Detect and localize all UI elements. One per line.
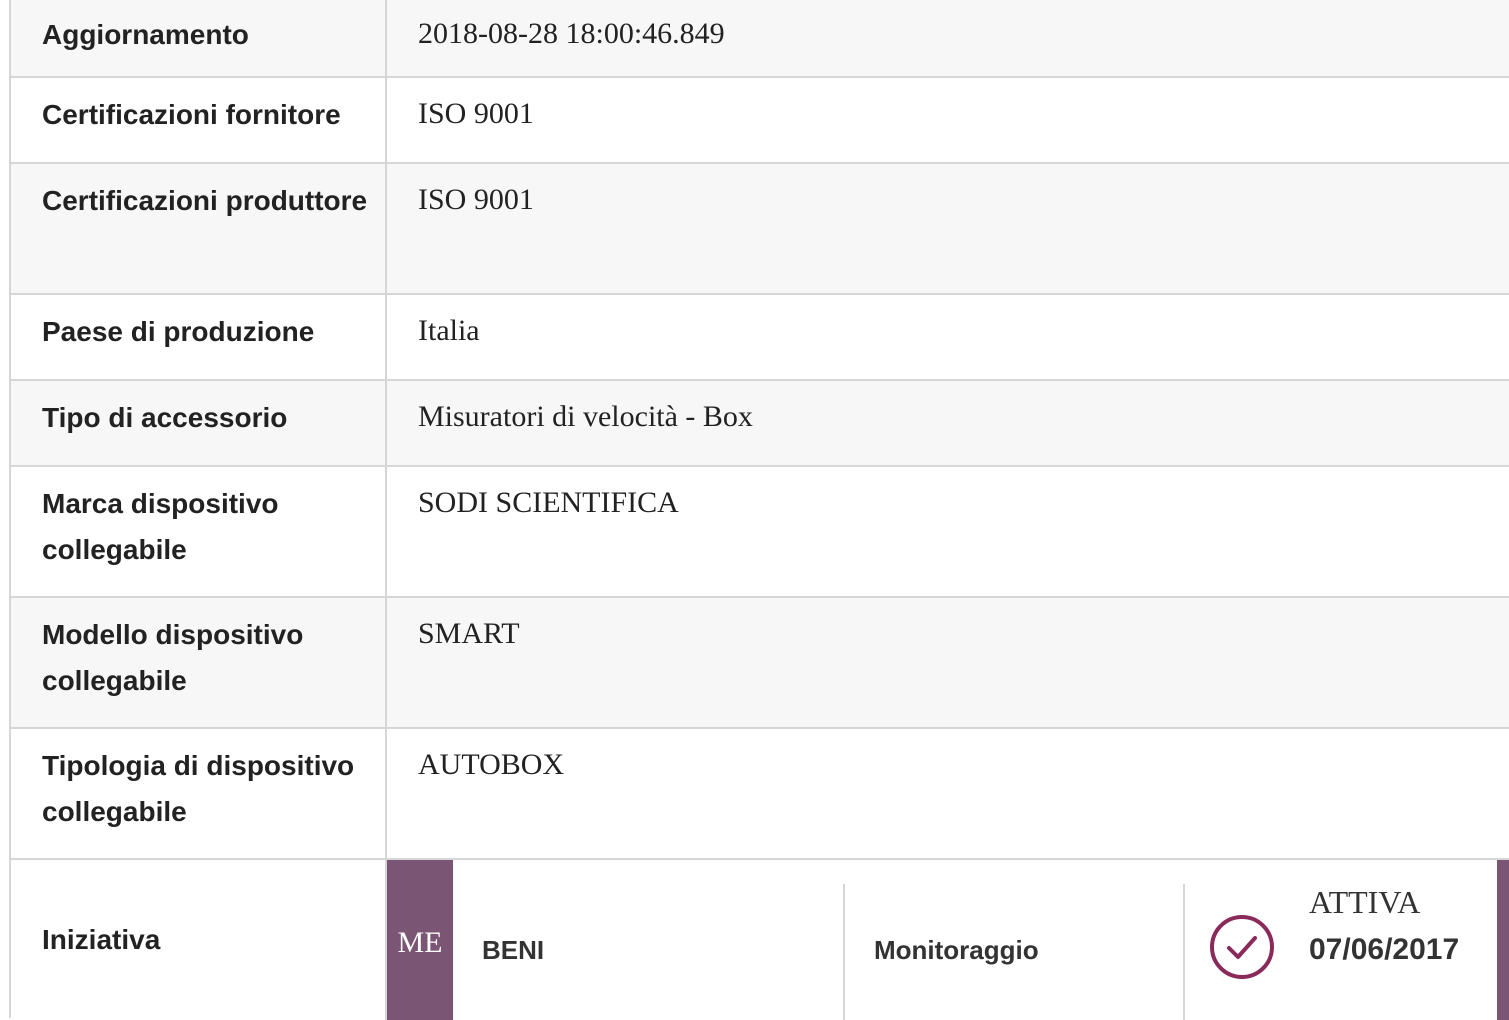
- initiative-status: ATTIVA 07/06/2017: [1183, 884, 1509, 1020]
- detail-row-aggiornamento: Aggiornamento 2018-08-28 18:00:46.849: [11, 0, 1509, 78]
- detail-row-paese-di-produzione: Paese di produzione Italia: [11, 295, 1509, 381]
- initiative-monitoring: Monitoraggio: [843, 884, 1183, 1020]
- check-circle-icon: [1210, 915, 1274, 979]
- detail-value: SODI SCIENTIFICA: [418, 486, 679, 519]
- detail-label: Modello dispositivo collegabile: [11, 598, 387, 727]
- detail-value: SMART: [418, 617, 520, 650]
- detail-label: Marca dispositivo collegabile: [11, 467, 387, 596]
- detail-value: 2018-08-28 18:00:46.849: [418, 17, 725, 50]
- detail-value: AUTOBOX: [418, 748, 565, 781]
- detail-label: Certificazioni fornitore: [11, 78, 387, 162]
- detail-value: ISO 9001: [418, 183, 534, 216]
- detail-label: Tipo di accessorio: [11, 381, 387, 465]
- initiative-card[interactable]: ME BENI Monitoraggio ATTIVA 07/06/2017: [387, 860, 1509, 1020]
- initiative-label: Iniziativa: [11, 860, 387, 1020]
- detail-row-modello-dispositivo: Modello dispositivo collegabile SMART: [11, 598, 1509, 729]
- detail-label: Paese di produzione: [11, 295, 387, 379]
- initiative-row: Iniziativa ME BENI Monitoraggio ATTIVA 0…: [11, 860, 1509, 1020]
- detail-row-certificazioni-produttore: Certificazioni produttore ISO 9001: [11, 164, 1509, 295]
- detail-value: ISO 9001: [418, 97, 534, 130]
- detail-row-marca-dispositivo: Marca dispositivo collegabile SODI SCIEN…: [11, 467, 1509, 598]
- status-date: 07/06/2017: [1309, 933, 1460, 966]
- detail-label: Aggiornamento: [11, 0, 387, 76]
- initiative-category: BENI: [482, 934, 545, 965]
- detail-row-tipologia-dispositivo: Tipologia di dispositivo collegabile AUT…: [11, 729, 1509, 860]
- detail-label: Certificazioni produttore: [11, 164, 387, 293]
- detail-label: Tipologia di dispositivo collegabile: [11, 729, 387, 858]
- detail-value: Italia: [418, 314, 480, 347]
- detail-row-tipo-di-accessorio: Tipo di accessorio Misuratori di velocit…: [11, 381, 1509, 467]
- initiative-badge: ME: [387, 860, 453, 1020]
- detail-value: Misuratori di velocità - Box: [418, 400, 753, 433]
- accent-bar: [1497, 860, 1509, 1020]
- detail-row-certificazioni-fornitore: Certificazioni fornitore ISO 9001: [11, 78, 1509, 164]
- product-details-table: Aggiornamento 2018-08-28 18:00:46.849 Ce…: [9, 0, 1509, 1020]
- status-label: ATTIVA: [1309, 884, 1421, 920]
